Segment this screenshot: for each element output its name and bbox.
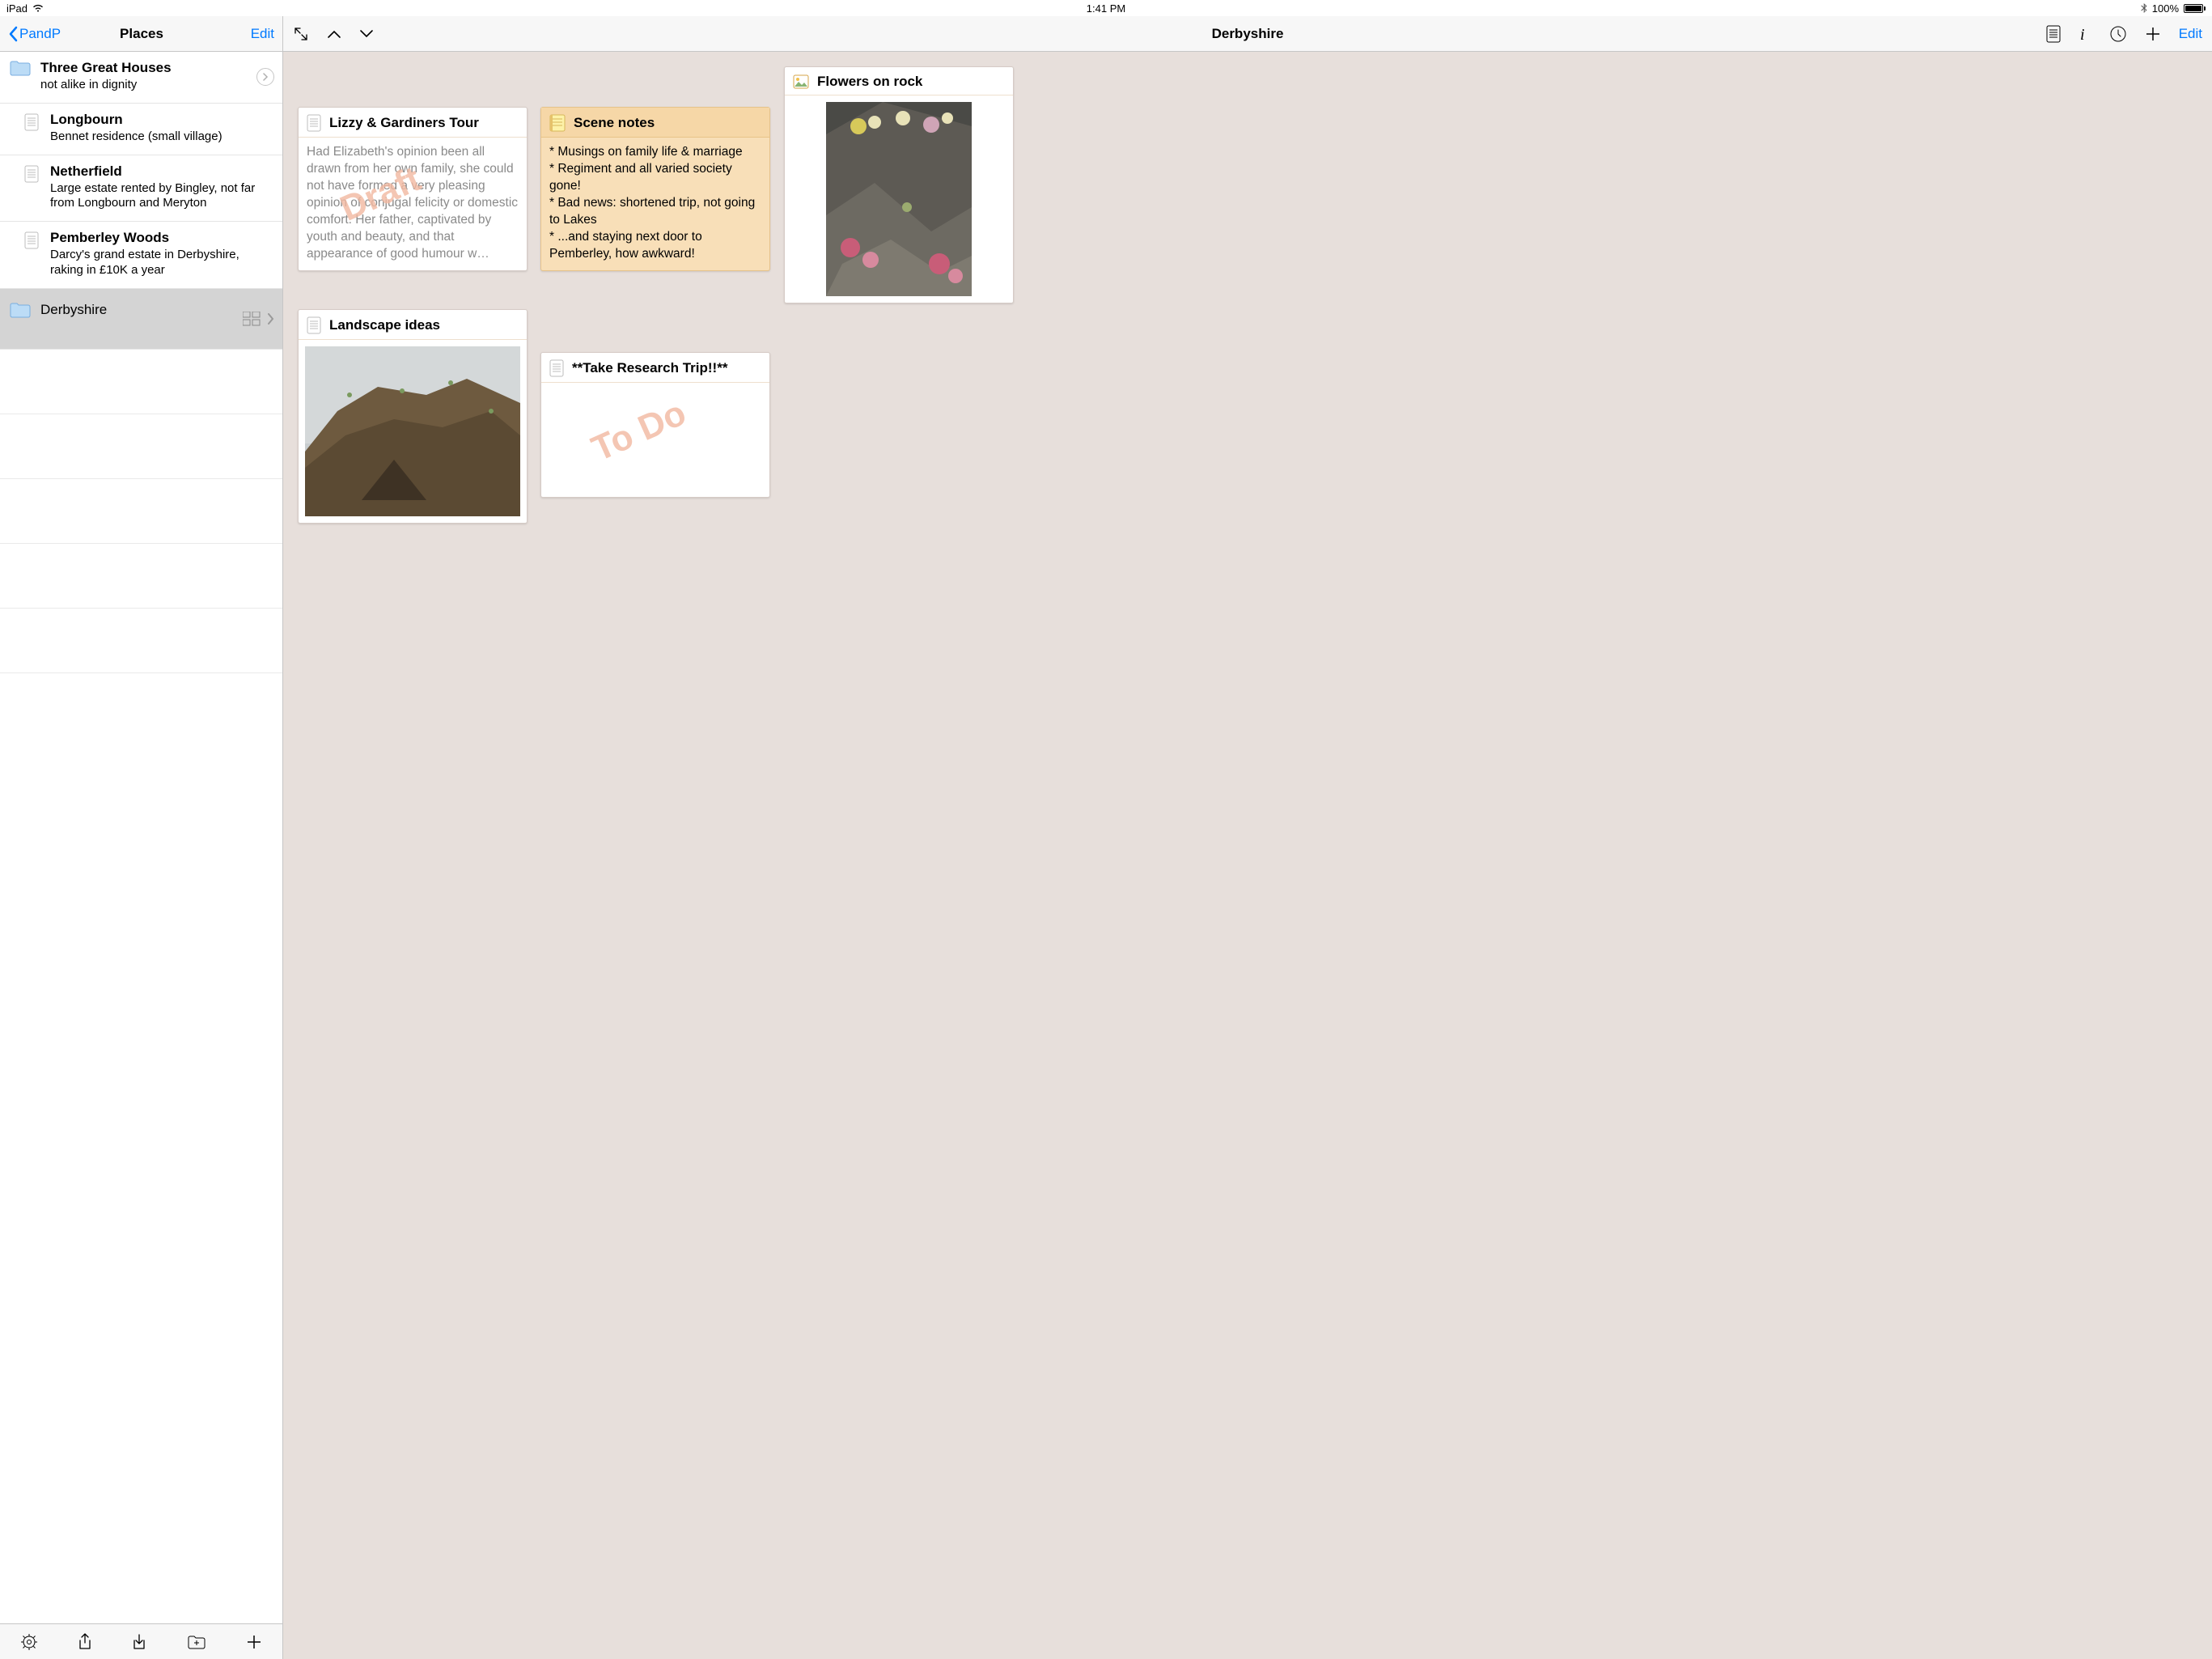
- card-scene-notes[interactable]: Scene notes * Musings on family life & m…: [540, 107, 770, 271]
- add-button[interactable]: [246, 1634, 262, 1650]
- card-lizzy-gardiners-tour[interactable]: Lizzy & Gardiners Tour Draft Had Elizabe…: [298, 107, 528, 271]
- settings-button[interactable]: [20, 1633, 38, 1651]
- card-image: [299, 340, 527, 523]
- folder-title: Derbyshire: [40, 302, 107, 318]
- item-title: Pemberley Woods: [50, 230, 273, 246]
- import-icon: [132, 1633, 146, 1651]
- inspector-button[interactable]: i: [2079, 25, 2091, 43]
- scene-line: * Musings on family life & marriage: [549, 144, 761, 161]
- folder-title: Three Great Houses: [40, 60, 273, 76]
- document-icon: [24, 113, 39, 131]
- history-button[interactable]: [2109, 25, 2127, 43]
- document-icon: [549, 359, 564, 377]
- info-icon: i: [2079, 25, 2091, 43]
- chevron-down-icon: [359, 29, 374, 39]
- sidebar-folder-derbyshire[interactable]: Derbyshire: [0, 289, 282, 350]
- document-icon: [2046, 25, 2061, 43]
- scene-line: * Regiment and all varied society gone!: [549, 161, 761, 195]
- chevron-left-icon: [8, 26, 18, 42]
- item-subtitle: Bennet residence (small village): [50, 129, 273, 145]
- card-title: Lizzy & Gardiners Tour: [329, 115, 479, 131]
- sidebar-edit-button[interactable]: Edit: [251, 26, 274, 42]
- document-icon: [24, 231, 39, 249]
- share-button[interactable]: [78, 1633, 92, 1651]
- document-icon: [307, 316, 321, 334]
- item-title: Longbourn: [50, 112, 273, 128]
- sidebar-toolbar: [0, 1623, 282, 1659]
- card-image: [785, 95, 1013, 303]
- image-icon: [793, 74, 809, 89]
- card-flowers-on-rock[interactable]: Flowers on rock: [784, 66, 1014, 303]
- svg-text:i: i: [2080, 26, 2085, 43]
- notes-icon: [549, 114, 566, 132]
- card-landscape-ideas[interactable]: Landscape ideas: [298, 309, 528, 524]
- plus-icon: [246, 1634, 262, 1650]
- back-button[interactable]: PandP: [8, 26, 61, 42]
- disclosure-icon[interactable]: [256, 68, 274, 86]
- new-folder-button[interactable]: [187, 1634, 206, 1650]
- battery-percent: 100%: [2152, 2, 2179, 15]
- share-icon: [78, 1633, 92, 1651]
- folder-icon: [10, 302, 31, 318]
- card-body-text: Had Elizabeth's opinion been all drawn f…: [307, 145, 518, 261]
- scene-line: * ...and staying next door to Pemberley,…: [549, 229, 761, 263]
- clock: 1:41 PM: [1087, 2, 1125, 15]
- sidebar-item-longbourn[interactable]: Longbourn Bennet residence (small villag…: [0, 104, 282, 155]
- back-label: PandP: [19, 26, 61, 42]
- battery-icon: [2184, 4, 2206, 13]
- status-bar: iPad 1:41 PM 100%: [0, 0, 2212, 16]
- folder-children: Longbourn Bennet residence (small villag…: [0, 104, 282, 289]
- main-panel: Derbyshire i Edit: [283, 16, 2212, 1659]
- document-icon: [24, 165, 39, 183]
- folder-subtitle: not alike in dignity: [40, 78, 273, 93]
- chevron-up-icon: [327, 29, 341, 39]
- corkboard[interactable]: Lizzy & Gardiners Tour Draft Had Elizabe…: [283, 52, 2212, 1659]
- scene-line: * Bad news: shortened trip, not going to…: [549, 195, 761, 229]
- card-take-research-trip[interactable]: **Take Research Trip!!** To Do: [540, 352, 770, 498]
- sidebar-list: Three Great Houses not alike in dignity: [0, 52, 282, 1623]
- clock-icon: [2109, 25, 2127, 43]
- add-card-button[interactable]: [2145, 26, 2161, 42]
- bluetooth-icon: [2141, 3, 2147, 14]
- next-button[interactable]: [359, 29, 374, 39]
- sidebar-item-netherfield[interactable]: Netherfield Large estate rented by Bingl…: [0, 155, 282, 223]
- card-title: Flowers on rock: [817, 74, 922, 90]
- wifi-icon: [32, 4, 44, 12]
- card-title: Scene notes: [574, 115, 655, 131]
- editor-mode-button[interactable]: [2046, 25, 2061, 43]
- sidebar-title: Places: [120, 26, 163, 42]
- expand-button[interactable]: [293, 26, 309, 42]
- new-folder-icon: [187, 1634, 206, 1650]
- import-button[interactable]: [132, 1633, 146, 1651]
- item-subtitle: Large estate rented by Bingley, not far …: [50, 181, 273, 212]
- sidebar: PandP Places Edit Three Great Houses not…: [0, 16, 283, 1659]
- gear-icon: [20, 1633, 38, 1651]
- todo-watermark: To Do: [584, 389, 693, 473]
- main-edit-button[interactable]: Edit: [2179, 26, 2202, 42]
- device-label: iPad: [6, 2, 28, 15]
- document-icon: [307, 114, 321, 132]
- prev-button[interactable]: [327, 29, 341, 39]
- card-title: **Take Research Trip!!**: [572, 360, 727, 376]
- folder-icon: [10, 60, 31, 76]
- expand-icon: [293, 26, 309, 42]
- plus-icon: [2145, 26, 2161, 42]
- main-title: Derbyshire: [1212, 26, 1284, 42]
- sidebar-folder-three-great-houses[interactable]: Three Great Houses not alike in dignity: [0, 52, 282, 104]
- card-title: Landscape ideas: [329, 317, 440, 333]
- item-title: Netherfield: [50, 163, 273, 180]
- main-header: Derbyshire i Edit: [283, 16, 2212, 52]
- item-subtitle: Darcy's grand estate in Derbyshire, raki…: [50, 248, 273, 278]
- sidebar-item-pemberley-woods[interactable]: Pemberley Woods Darcy's grand estate in …: [0, 222, 282, 289]
- corkboard-icon[interactable]: [243, 312, 261, 326]
- chevron-right-icon[interactable]: [267, 313, 274, 325]
- sidebar-header: PandP Places Edit: [0, 16, 282, 52]
